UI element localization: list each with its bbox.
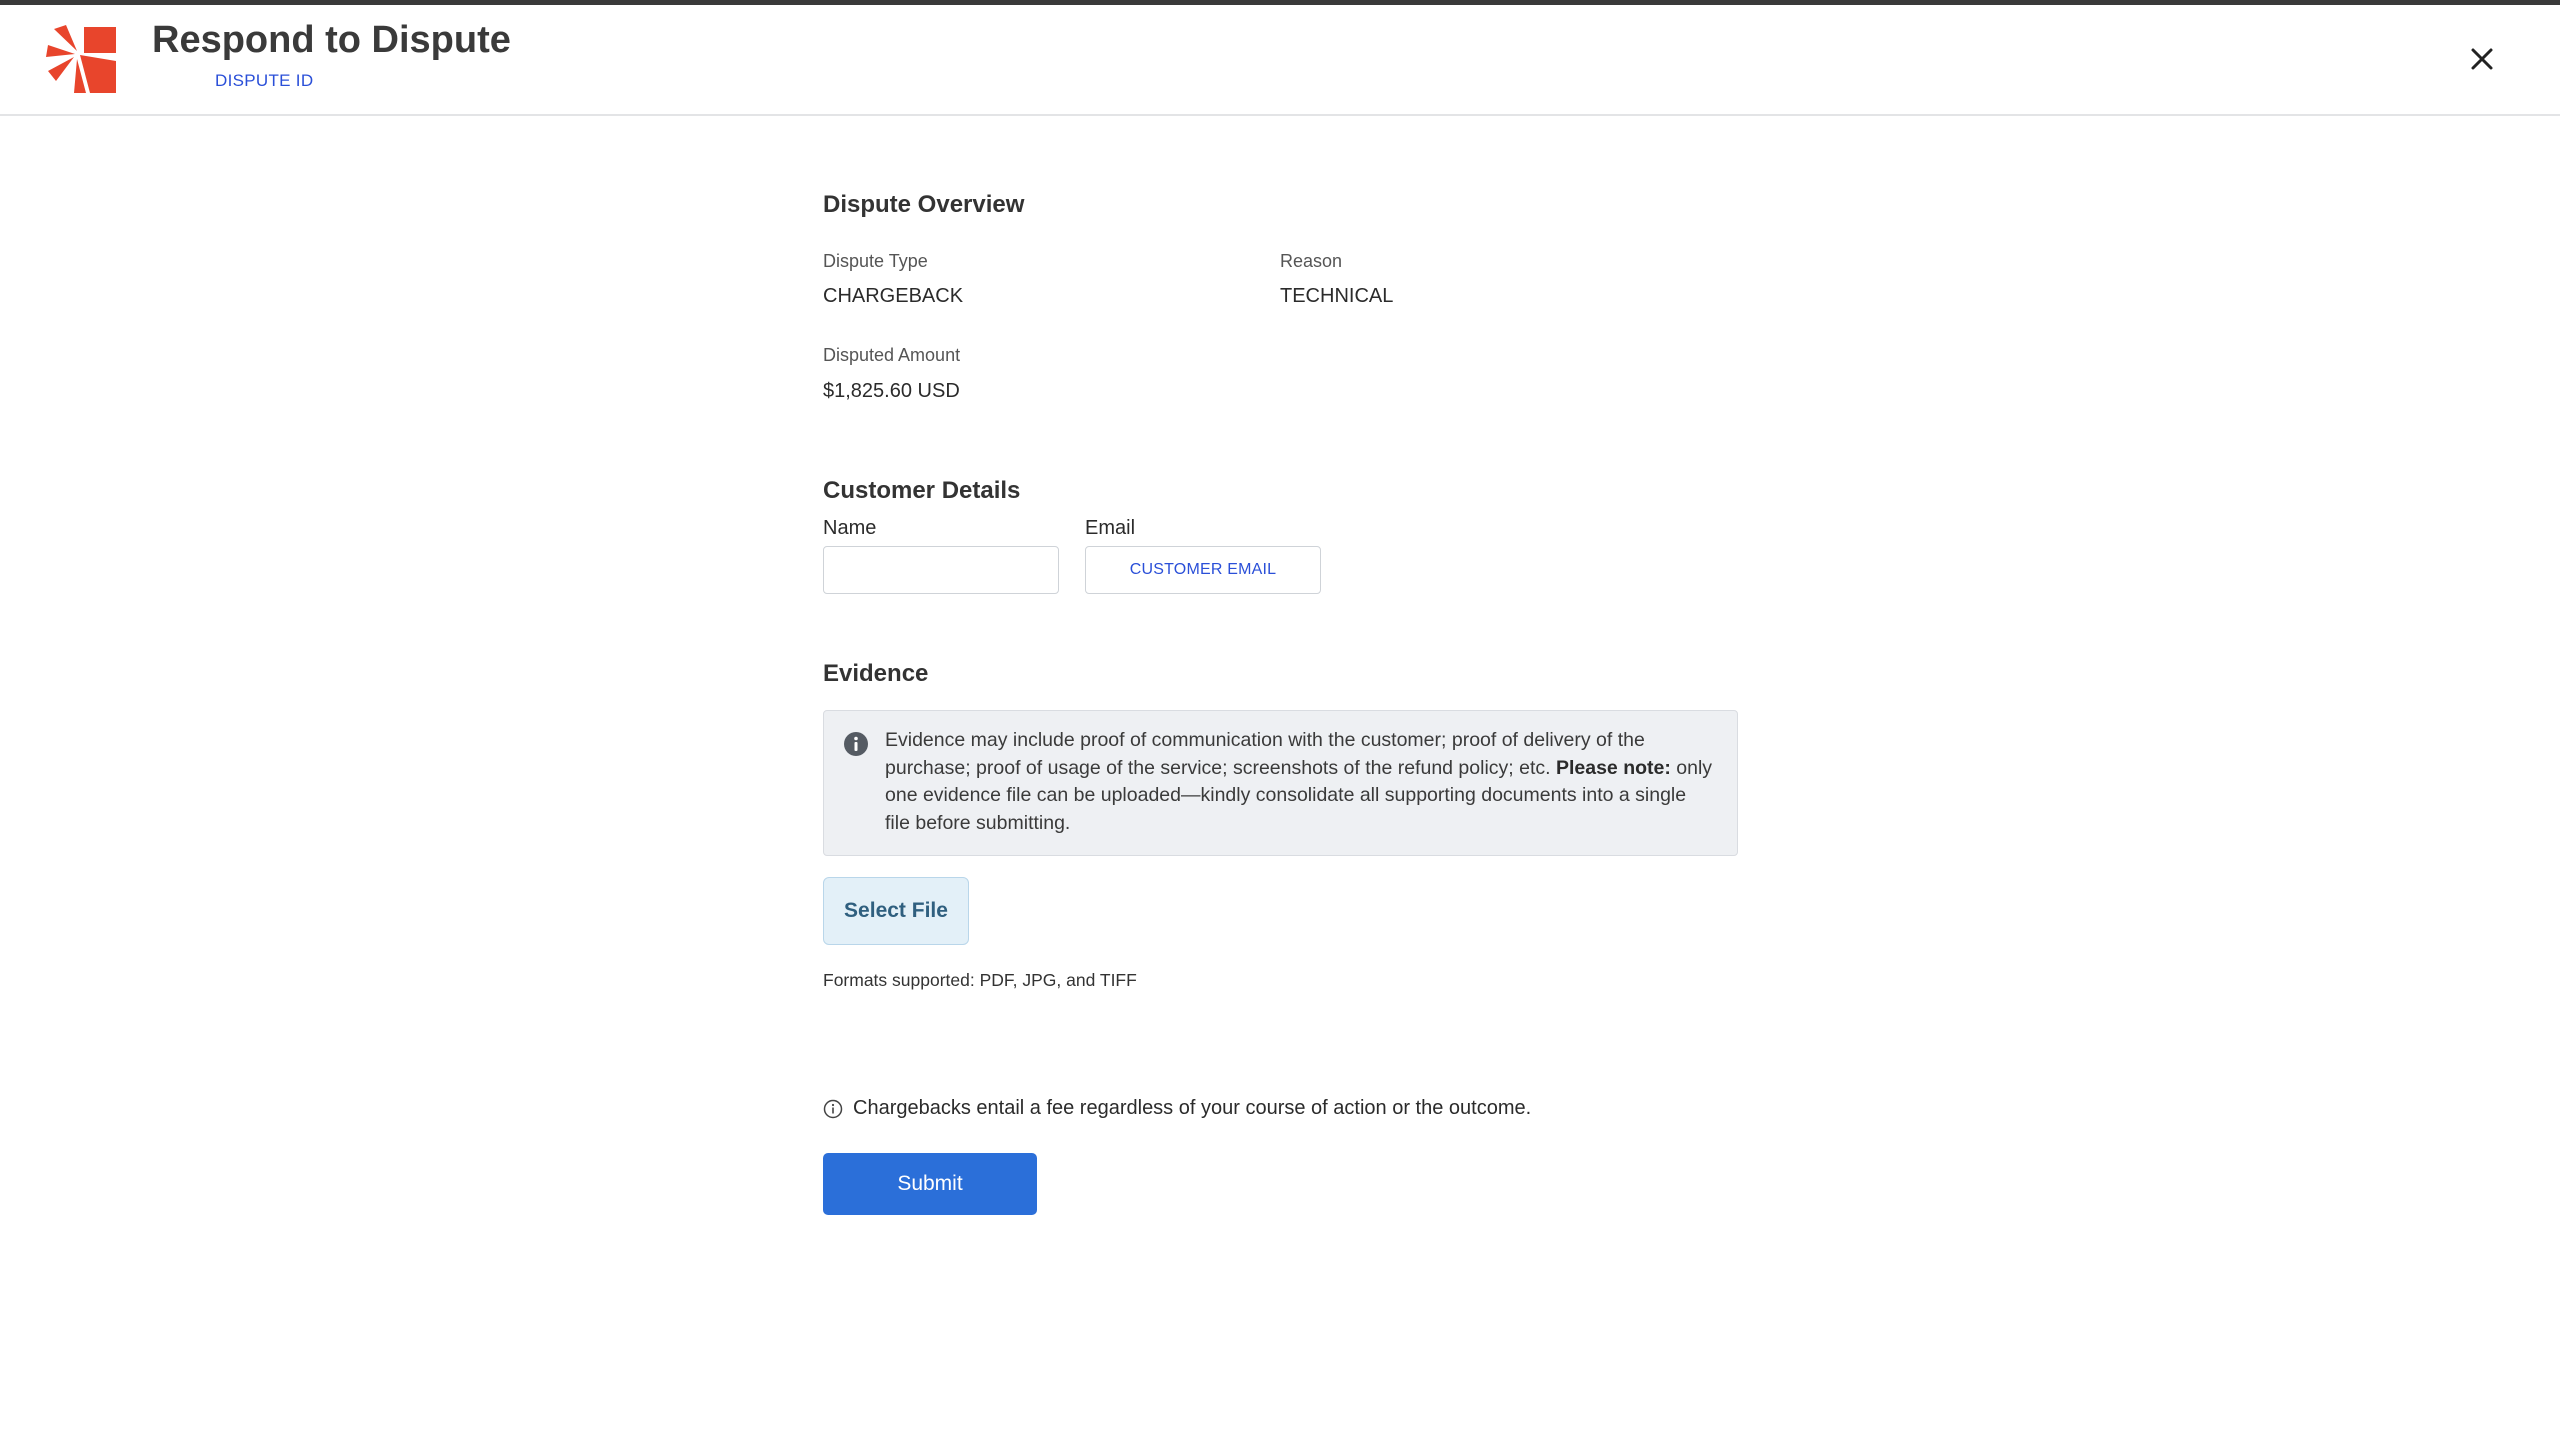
- email-label: Email: [1085, 517, 1136, 539]
- dispute-type-label: Dispute Type: [823, 251, 928, 271]
- fee-note-text: Chargebacks entail a fee regardless of y…: [853, 1097, 1532, 1119]
- evidence-info-text: Evidence may include proof of communicat…: [885, 727, 1715, 837]
- evidence-info-body: Evidence may include proof of communicat…: [885, 729, 1645, 779]
- reason-value: TECHNICAL: [1280, 285, 1394, 307]
- reason-label: Reason: [1280, 251, 1343, 271]
- fee-note: Chargebacks entail a fee regardless of y…: [823, 1097, 1531, 1120]
- dispute-overview-heading: Dispute Overview: [823, 191, 1025, 218]
- header-bar: Respond to Dispute DISPUTE ID: [0, 5, 2560, 116]
- evidence-info-box: Evidence may include proof of communicat…: [823, 710, 1738, 856]
- disputed-amount-label: Disputed Amount: [823, 345, 961, 365]
- dispute-type-value: CHARGEBACK: [823, 285, 964, 307]
- evidence-note-label: Please note:: [1555, 756, 1671, 779]
- name-input[interactable]: [823, 546, 1059, 594]
- name-label: Name: [823, 517, 877, 539]
- formats-supported-text: Formats supported: PDF, JPG, and TIFF: [823, 970, 1137, 990]
- submit-button[interactable]: Submit: [823, 1153, 1037, 1215]
- evidence-heading: Evidence: [823, 660, 929, 687]
- email-input[interactable]: CUSTOMER EMAIL: [1085, 546, 1321, 594]
- page-title: Respond to Dispute: [152, 19, 511, 61]
- disputed-amount-value: $1,825.60 USD: [823, 380, 960, 402]
- info-icon: [844, 732, 868, 756]
- dispute-id-link[interactable]: DISPUTE ID: [215, 71, 313, 91]
- select-file-button[interactable]: Select File: [823, 877, 969, 945]
- brand-logo-icon: [46, 25, 116, 93]
- close-icon[interactable]: [2464, 41, 2500, 77]
- info-outline-icon: [823, 1099, 843, 1118]
- customer-details-heading: Customer Details: [823, 477, 1021, 504]
